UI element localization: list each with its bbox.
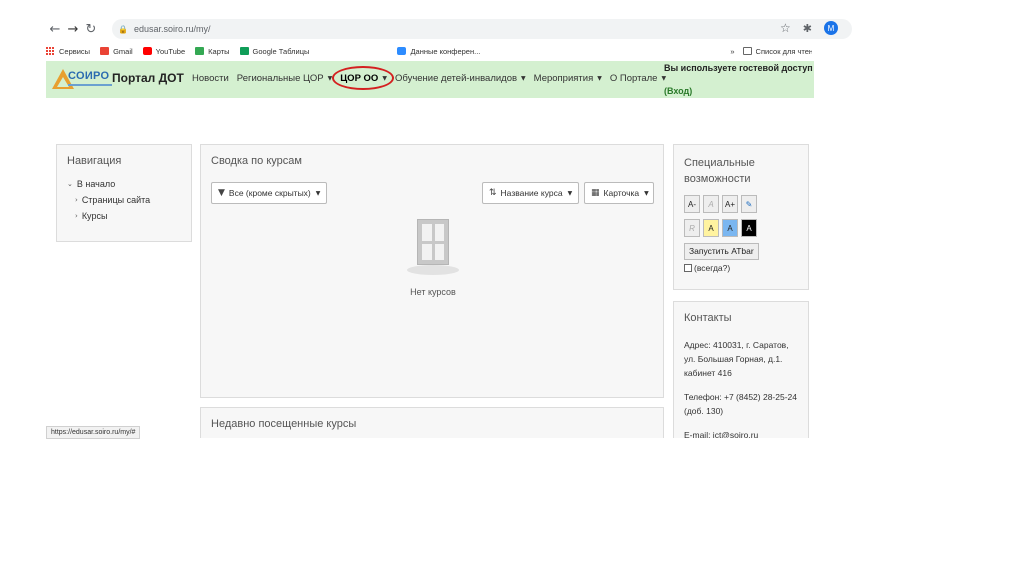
contacts-title: Контакты xyxy=(684,312,732,324)
blue-scheme-button[interactable]: A xyxy=(722,219,738,237)
no-courses-illustration xyxy=(407,219,459,277)
bookmarks-overflow[interactable]: » xyxy=(730,47,734,56)
bookmark-sheets[interactable]: Google Таблицы xyxy=(239,47,309,56)
bookmark-star-icon[interactable]: ☆ xyxy=(780,21,791,35)
bookmarks-bar: Сервисы Gmail YouTube Карты Google Табли… xyxy=(46,43,816,59)
profile-avatar[interactable]: M xyxy=(824,21,838,35)
bookmark-youtube[interactable]: YouTube xyxy=(142,47,185,56)
reading-list[interactable]: Список для чтения xyxy=(742,47,812,56)
edit-icon[interactable]: ✎ xyxy=(741,195,757,213)
browser-chrome: ← → ↻ 🔒 edusar.soiro.ru/my/ ☆ ✱ M Сервис… xyxy=(46,16,852,60)
bookmark-conference[interactable]: Данные конферен... xyxy=(397,47,480,56)
grid-icon: ▦ xyxy=(591,188,600,198)
accessibility-title: Специальные возможности xyxy=(684,157,755,185)
menu-about[interactable]: О Портале ▼ xyxy=(610,73,666,84)
nav-item-site-pages[interactable]: › Страницы сайта xyxy=(67,195,181,205)
forward-icon[interactable]: → xyxy=(64,20,82,38)
menu-events[interactable]: Мероприятия ▼ xyxy=(534,73,602,84)
chevron-right-icon: › xyxy=(75,212,78,220)
maps-icon xyxy=(195,47,205,55)
extensions-icon[interactable]: ✱ xyxy=(803,22,812,35)
nav-item-home[interactable]: ⌄ В начало xyxy=(67,179,181,189)
color-scheme-controls: R A A A xyxy=(684,219,798,237)
black-scheme-button[interactable]: A xyxy=(741,219,757,237)
chevron-down-icon: ⌄ xyxy=(67,180,73,188)
caret-down-icon: ▼ xyxy=(661,75,667,82)
decrease-font-button[interactable]: A- xyxy=(684,195,700,213)
course-overview-block: Сводка по курсам ▼ Все (кроме скрытых) ▼… xyxy=(200,144,664,398)
view-dropdown[interactable]: ▦ Карточка ▼ xyxy=(584,182,654,204)
yellow-scheme-button[interactable]: A xyxy=(703,219,719,237)
chevron-right-icon: › xyxy=(75,196,78,204)
recent-courses-title: Недавно посещенные курсы xyxy=(211,418,357,430)
always-checkbox[interactable] xyxy=(684,264,692,272)
address-bar[interactable]: 🔒 edusar.soiro.ru/my/ ☆ ✱ M xyxy=(112,19,852,39)
portal-title[interactable]: Портал ДОТ xyxy=(112,71,184,85)
contacts-block: Контакты Адрес: 410031, г. Саратов, ул. … xyxy=(673,301,809,438)
youtube-icon xyxy=(142,47,152,55)
menu-regional-cor[interactable]: Региональные ЦОР ▼ xyxy=(237,73,332,84)
recent-courses-block: Недавно посещенные курсы xyxy=(200,407,664,438)
apps-grid-icon xyxy=(46,46,55,56)
status-bar-url: https://edusar.soiro.ru/my/# xyxy=(46,426,141,439)
nav-item-courses[interactable]: › Курсы xyxy=(67,211,181,221)
lock-icon: 🔒 xyxy=(118,24,128,34)
filter-icon: ▼ xyxy=(218,188,225,198)
menu-disabled-children[interactable]: Обучение детей-инвалидов ▼ xyxy=(395,73,526,84)
menu-cor-oo[interactable]: ЦОР ОО ▼ xyxy=(332,66,395,90)
site-header: СОИРО Портал ДОТ Новости Региональные ЦО… xyxy=(46,61,814,98)
no-courses-text: Нет курсов xyxy=(410,287,456,297)
course-cards-icon xyxy=(417,219,449,265)
bookmark-gmail[interactable]: Gmail xyxy=(100,47,133,56)
back-icon[interactable]: ← xyxy=(46,20,64,38)
caret-down-icon: ▼ xyxy=(567,189,573,197)
caret-down-icon: ▼ xyxy=(521,75,526,82)
menu-news[interactable]: Новости xyxy=(192,73,229,84)
increase-font-button[interactable]: A+ xyxy=(722,195,738,213)
soiro-logo[interactable]: СОИРО xyxy=(52,67,112,91)
sheets-icon xyxy=(239,47,249,55)
font-size-controls: A- A A+ ✎ xyxy=(684,195,798,213)
bookmark-services[interactable]: Сервисы xyxy=(46,46,90,56)
always-checkbox-row: (всегда?) xyxy=(684,263,798,273)
navigation-block: Навигация ⌄ В начало › Страницы сайта › … xyxy=(56,144,192,242)
contact-email[interactable]: E-mail: ict@soiro.ru xyxy=(684,428,798,438)
caret-down-icon: ▼ xyxy=(315,189,321,197)
bookmark-maps[interactable]: Карты xyxy=(195,47,230,56)
url-text: edusar.soiro.ru/my/ xyxy=(133,24,211,34)
red-highlight-circle xyxy=(332,66,395,90)
navigation-list: ⌄ В начало › Страницы сайта › Курсы xyxy=(67,179,181,221)
navigation-title: Навигация xyxy=(67,155,122,167)
main-menu: Новости Региональные ЦОР ▼ ЦОР ОО ▼ Обучен… xyxy=(192,66,674,90)
launch-atbar-button[interactable]: Запустить ATbar xyxy=(684,243,759,260)
reload-icon[interactable]: ↻ xyxy=(82,20,100,38)
guest-access-text: Вы используете гостевой доступ xyxy=(664,63,813,73)
browser-toolbar: ← → ↻ 🔒 edusar.soiro.ru/my/ ☆ ✱ M xyxy=(46,16,852,42)
caret-down-icon: ▼ xyxy=(597,75,602,82)
login-link[interactable]: (Вход) xyxy=(664,86,692,96)
sort-icon: ⇅ xyxy=(489,188,497,198)
accessibility-block: Специальные возможности A- A A+ ✎ R A A … xyxy=(673,144,809,290)
contact-address: Адрес: 410031, г. Саратов, ул. Большая Г… xyxy=(684,340,789,378)
course-overview-title: Сводка по курсам xyxy=(211,155,302,167)
course-filter-dropdown[interactable]: ▼ Все (кроме скрытых) ▼ xyxy=(211,182,327,204)
sort-dropdown[interactable]: ⇅ Название курса ▼ xyxy=(482,182,579,204)
reset-font-button[interactable]: A xyxy=(703,195,719,213)
reading-list-icon xyxy=(742,47,752,55)
reset-colors-button[interactable]: R xyxy=(684,219,700,237)
contact-phone: Телефон: +7 (8452) 28-25-24 (доб. 130) xyxy=(684,392,797,416)
zoom-icon xyxy=(397,47,407,55)
gmail-icon xyxy=(100,47,110,55)
caret-down-icon: ▼ xyxy=(644,189,649,197)
